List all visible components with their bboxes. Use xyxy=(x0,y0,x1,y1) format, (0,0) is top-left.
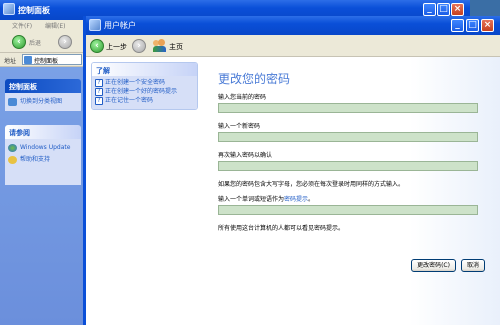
control-panel-icon xyxy=(3,3,15,15)
help-question-icon: ? xyxy=(95,79,103,87)
confirm-password-input[interactable] xyxy=(218,161,478,171)
back-arrow-icon[interactable]: ‹ xyxy=(90,39,104,53)
back-arrow-icon[interactable]: ‹ xyxy=(12,35,26,49)
user-accounts-window: 用户帐户 _ □ × ‹ 上一步 › 主页 了解 ? 正在创建一个安全密码 ? … xyxy=(83,16,500,325)
learn-link-good-hint[interactable]: ? 正在创建一个好的密码提示 xyxy=(95,88,194,96)
new-password-input[interactable] xyxy=(218,132,478,142)
learn-about-title: 了解 xyxy=(92,63,197,76)
menu-file[interactable]: 文件(F) xyxy=(12,21,32,30)
home-label[interactable]: 主页 xyxy=(169,42,183,52)
confirm-password-label: 再次输入密码以确认 xyxy=(218,152,273,159)
forward-arrow-icon[interactable]: › xyxy=(132,39,146,53)
page-title: 更改您的密码 xyxy=(218,72,291,86)
window-title: 控制面板 xyxy=(18,6,50,15)
password-hint-input[interactable] xyxy=(218,205,478,215)
learn-link-remember-password[interactable]: ? 正在记住一个密码 xyxy=(95,97,194,105)
address-label: 地址 xyxy=(4,58,17,65)
minimize-icon[interactable]: _ xyxy=(423,3,436,16)
switch-to-category-view-link[interactable]: 切换到分类视图 xyxy=(8,96,78,108)
hint-visibility-note: 所有使用这台计算机的人都可以看见密码提示。 xyxy=(218,225,345,232)
see-also-title: 请参阅 xyxy=(5,125,81,139)
password-hint-label: 输入一个单词或短语作为密码提示。 xyxy=(218,196,315,203)
user-accounts-icon xyxy=(89,19,101,31)
folder-icon xyxy=(24,56,32,64)
change-password-button[interactable]: 更改密码(C) xyxy=(411,259,456,272)
user-accounts-titlebar[interactable]: 用户帐户 _ □ × xyxy=(86,16,500,35)
minimize-icon[interactable]: _ xyxy=(451,19,464,32)
windows-update-link[interactable]: Windows Update xyxy=(8,142,78,154)
back-label[interactable]: 上一步 xyxy=(106,42,127,52)
help-icon xyxy=(8,156,17,164)
current-password-label: 输入您当前的密码 xyxy=(218,94,267,101)
learn-link-secure-password[interactable]: ? 正在创建一个安全密码 xyxy=(95,79,194,87)
close-icon[interactable]: × xyxy=(451,3,464,16)
new-password-label: 输入一个新密码 xyxy=(218,123,261,130)
current-password-input[interactable] xyxy=(218,103,478,113)
learn-about-panel: 了解 ? 正在创建一个安全密码 ? 正在创建一个好的密码提示 ? 正在记住一个密… xyxy=(91,62,198,110)
maximize-icon[interactable]: □ xyxy=(466,19,479,32)
control-panel-tasks: 控制面板 切换到分类视图 xyxy=(5,79,81,111)
learn-about-pane: 了解 ? 正在创建一个安全密码 ? 正在创建一个好的密码提示 ? 正在记住一个密… xyxy=(91,62,198,325)
panel-title: 控制面板 xyxy=(5,79,81,93)
home-users-icon[interactable] xyxy=(153,39,167,52)
cancel-button[interactable]: 取消 xyxy=(461,259,485,272)
help-support-link[interactable]: 帮助和支持 xyxy=(8,154,78,166)
maximize-icon[interactable]: □ xyxy=(437,3,450,16)
see-also-panel: 请参阅 Windows Update 帮助和支持 xyxy=(5,125,81,185)
window-title: 用户帐户 xyxy=(104,21,136,30)
close-icon[interactable]: × xyxy=(481,19,494,32)
help-question-icon: ? xyxy=(95,97,103,105)
back-label[interactable]: 后退 xyxy=(29,38,41,47)
navigation-bar: ‹ 上一步 › 主页 xyxy=(86,35,500,57)
menu-edit[interactable]: 编辑(E) xyxy=(45,21,65,30)
change-password-form: 更改您的密码 输入您当前的密码 输入一个新密码 再次输入密码以确认 如果您的密码… xyxy=(198,57,500,325)
case-sensitivity-note: 如果您的密码包含大写字母，您必须在每次登录时用同样的方式输入。 xyxy=(218,181,405,188)
address-input[interactable]: 控制面板 xyxy=(22,54,82,65)
category-view-icon xyxy=(8,98,17,106)
windows-update-icon xyxy=(8,144,17,152)
forward-arrow-icon[interactable]: › xyxy=(58,35,72,49)
task-sidebar: 控制面板 切换到分类视图 请参阅 Windows Update 帮助和支持 xyxy=(0,67,83,325)
password-hint-link[interactable]: 密码提示 xyxy=(284,196,308,203)
help-question-icon: ? xyxy=(95,88,103,96)
